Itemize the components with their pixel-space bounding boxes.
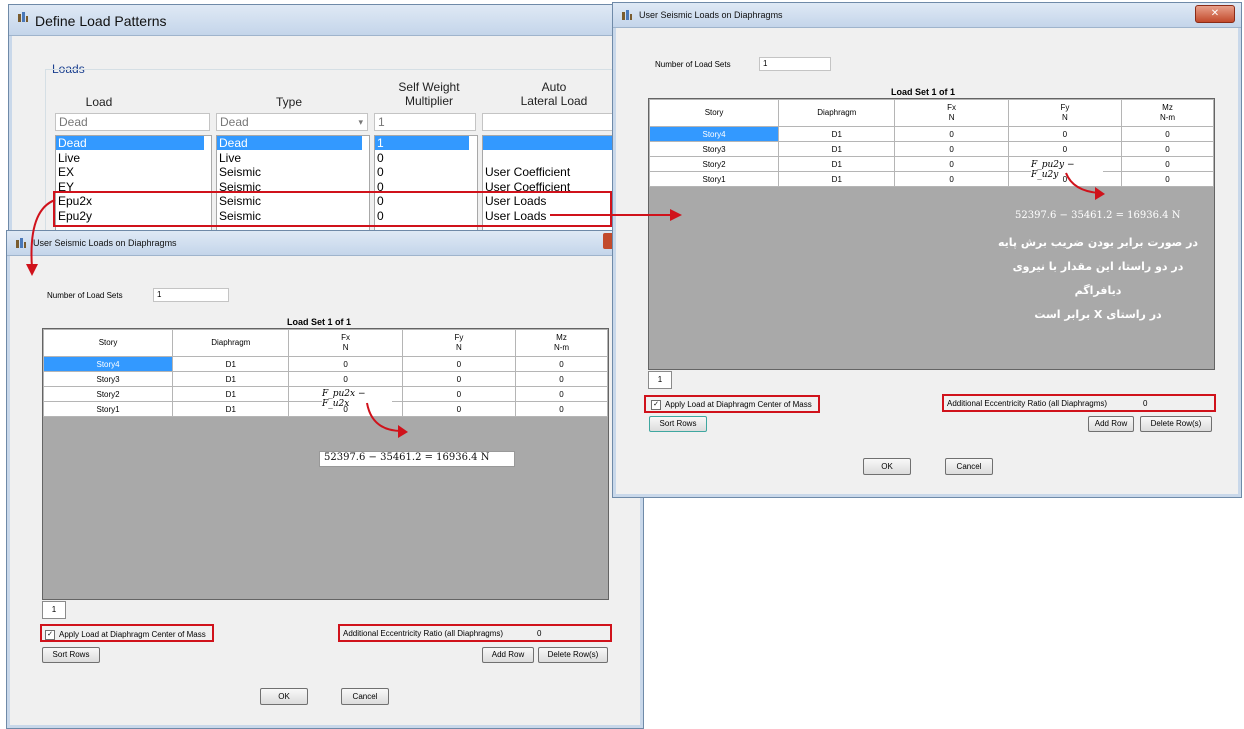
annotation-arrows [26, 199, 682, 276]
